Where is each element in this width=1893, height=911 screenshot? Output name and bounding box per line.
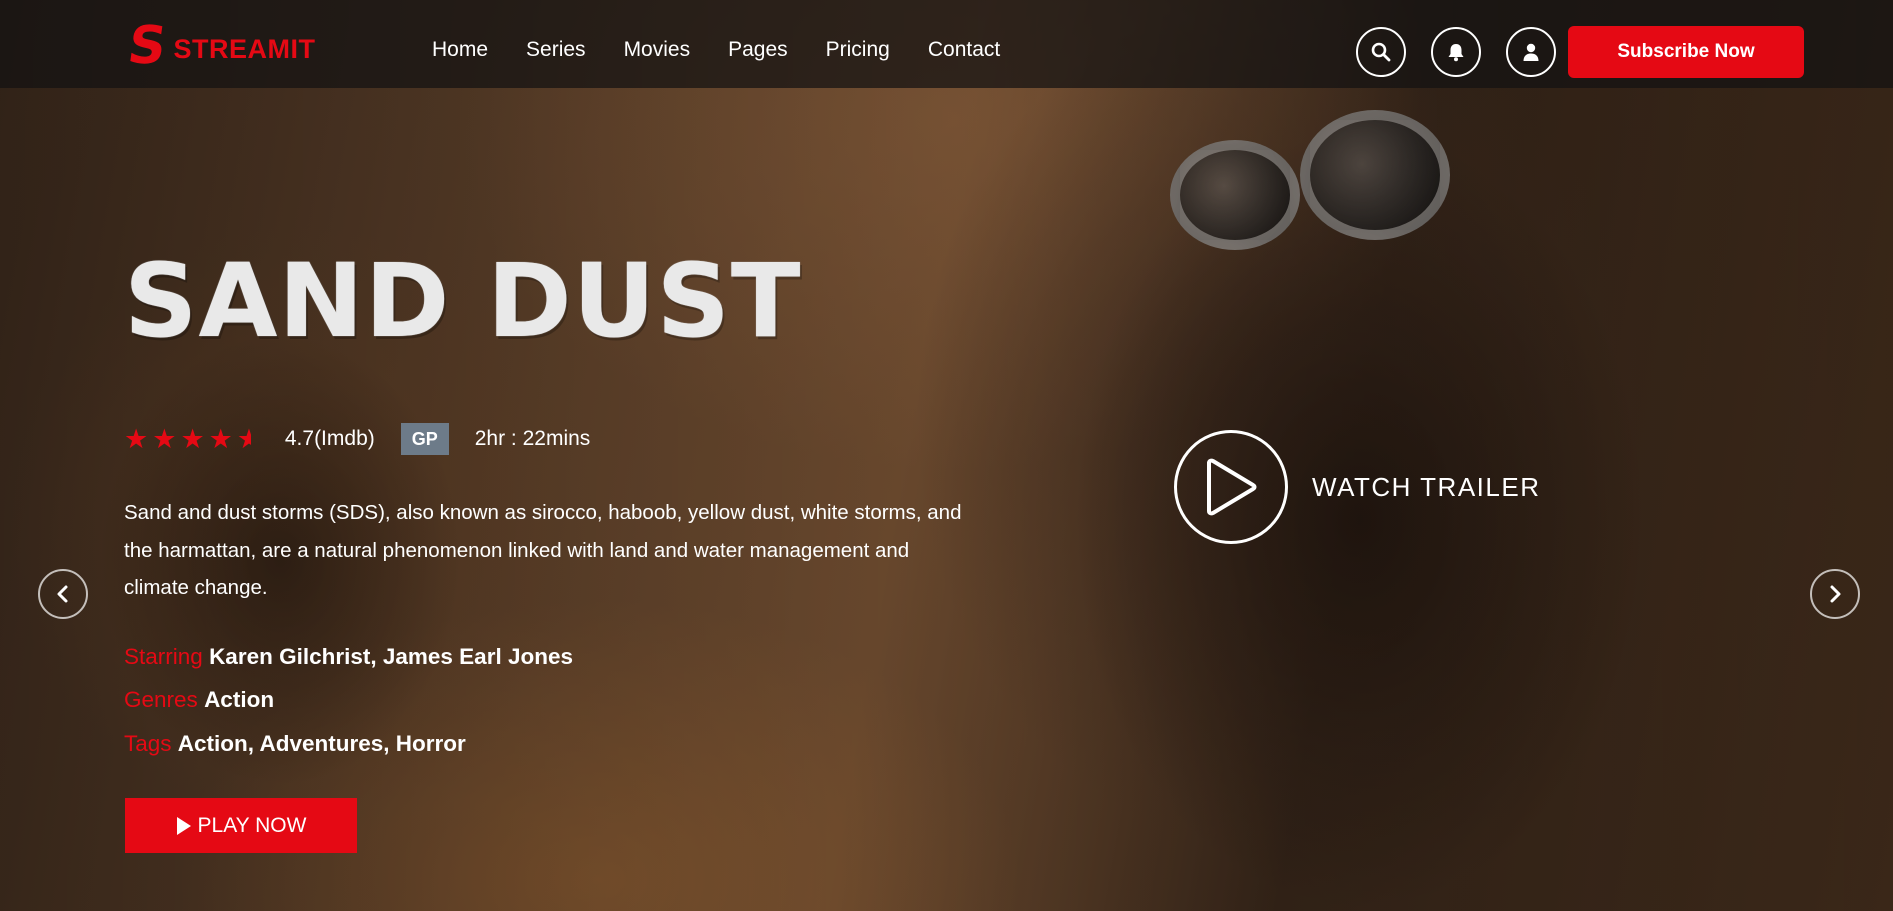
- star-icon: ★: [180, 423, 205, 455]
- play-outline-icon: [1207, 458, 1257, 516]
- prev-slide-button[interactable]: [38, 569, 88, 619]
- nav-item-pages[interactable]: Pages: [728, 38, 788, 62]
- genres-value: Action: [204, 687, 275, 712]
- nav-item-contact[interactable]: Contact: [928, 38, 1000, 62]
- movie-description: Sand and dust storms (SDS), also known a…: [124, 501, 962, 599]
- next-slide-button[interactable]: [1810, 569, 1860, 619]
- brand-name: STREAMIT: [173, 33, 316, 64]
- logo-mark: S: [124, 16, 171, 76]
- movie-title: SAND DUST: [124, 242, 802, 361]
- bell-icon: [1448, 44, 1464, 62]
- watch-trailer-label: WATCH TRAILER: [1312, 471, 1541, 502]
- nav-item-home[interactable]: Home: [432, 38, 488, 62]
- star-icon: ★: [208, 423, 233, 455]
- brand-logo[interactable]: S STREAMIT: [124, 16, 316, 76]
- nav-item-series[interactable]: Series: [526, 38, 586, 62]
- age-rating-badge: GP: [400, 423, 449, 455]
- starring-line: Starring Karen Gilchrist, James Earl Jon…: [124, 644, 573, 670]
- play-icon: [176, 816, 191, 835]
- genres-label: Genres: [124, 687, 198, 712]
- site-header: S STREAMIT Home Series Movies Pages Pric…: [0, 0, 1893, 88]
- star-half-icon: ★: [236, 425, 251, 453]
- movie-duration: 2hr : 22mins: [474, 427, 591, 450]
- account-button[interactable]: [1506, 27, 1556, 77]
- chevron-left-icon: [57, 585, 68, 603]
- watch-trailer-button[interactable]: WATCH TRAILER: [1174, 430, 1540, 544]
- star-icon: ★: [124, 423, 149, 455]
- chevron-right-icon: [1830, 585, 1841, 603]
- starring-value: Karen Gilchrist, James Earl Jones: [209, 644, 573, 669]
- tags-label: Tags: [124, 731, 172, 756]
- starring-label: Starring: [124, 644, 203, 669]
- user-icon: [1523, 43, 1539, 61]
- imdb-rating: 4.7(Imdb): [284, 427, 375, 450]
- star-rating: ★ ★ ★ ★ ★: [124, 426, 251, 453]
- movie-meta: ★ ★ ★ ★ ★ 4.7(Imdb) GP 2hr : 22mins: [124, 422, 590, 456]
- play-now-label: PLAY NOW: [197, 813, 307, 837]
- tags-value: Action, Adventures, Horror: [177, 731, 466, 756]
- search-button[interactable]: [1356, 27, 1406, 77]
- star-icon: ★: [152, 423, 177, 455]
- nav-item-movies[interactable]: Movies: [624, 38, 691, 62]
- nav-item-pricing[interactable]: Pricing: [826, 38, 890, 62]
- play-now-button[interactable]: PLAY NOW: [125, 798, 357, 853]
- trailer-play-circle[interactable]: [1174, 430, 1288, 544]
- notifications-button[interactable]: [1431, 27, 1481, 77]
- genres-line: Genres Action: [124, 687, 274, 713]
- main-nav: Home Series Movies Pages Pricing Contact: [432, 38, 1000, 62]
- tags-line: Tags Action, Adventures, Horror: [124, 731, 466, 757]
- subscribe-button[interactable]: Subscribe Now: [1568, 26, 1804, 78]
- search-icon: [1371, 42, 1391, 62]
